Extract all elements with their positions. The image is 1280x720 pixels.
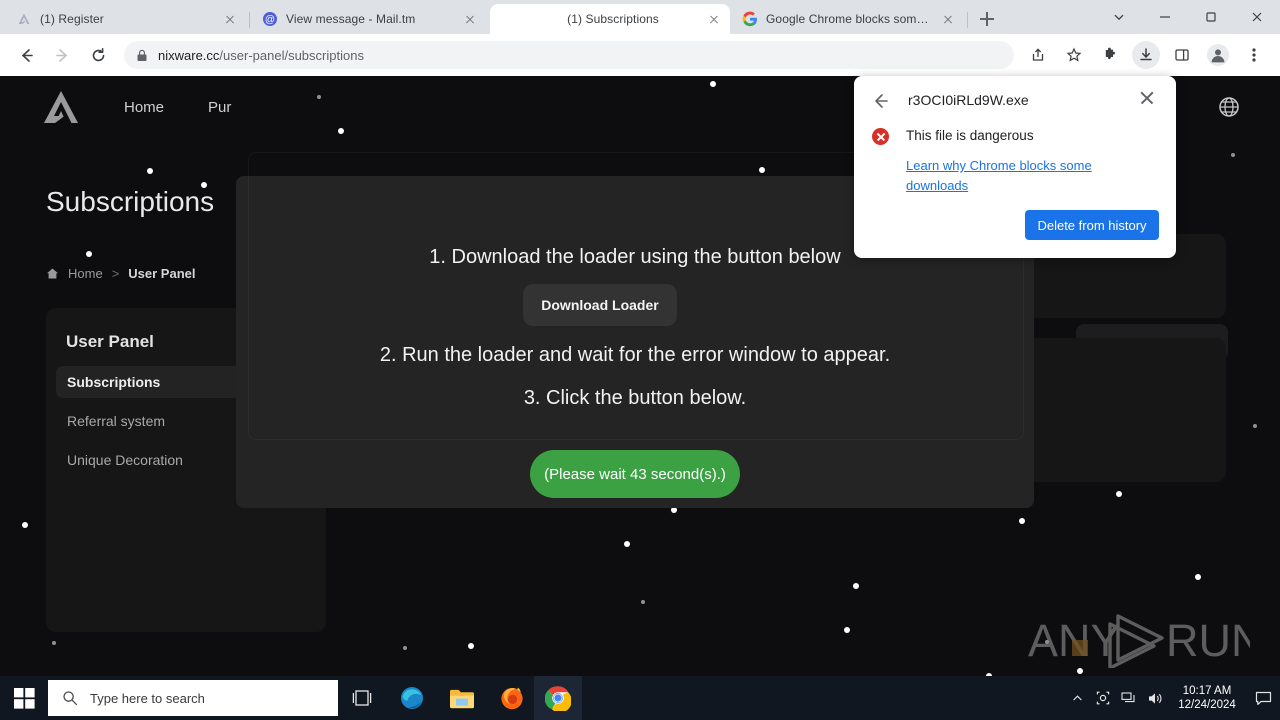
danger-error-icon xyxy=(872,128,889,145)
home-icon xyxy=(46,267,59,280)
browser-tab-chrome-blocks[interactable]: Google Chrome blocks some do xyxy=(734,4,964,34)
sidebar-item-label: Subscriptions xyxy=(67,374,161,390)
nixware-logo-icon xyxy=(16,11,32,27)
profile-icon[interactable] xyxy=(1204,41,1232,69)
please-wait-label: (Please wait 43 second(s).) xyxy=(544,465,726,483)
bookmark-star-icon[interactable] xyxy=(1060,41,1088,69)
modal-step-2: 2. Run the loader and wait for the error… xyxy=(379,344,891,366)
breadcrumb-home[interactable]: Home xyxy=(68,266,103,281)
taskbar-clock[interactable]: 10:17 AM 12/24/2024 xyxy=(1168,684,1246,712)
task-view-icon[interactable] xyxy=(338,676,386,720)
sidebar-item-label: Referral system xyxy=(67,413,166,429)
tab-separator xyxy=(249,12,250,28)
clock-date: 12/24/2024 xyxy=(1178,699,1236,711)
page-title: Subscriptions xyxy=(46,186,215,217)
mail-at-icon: @ xyxy=(262,11,278,27)
close-icon[interactable] xyxy=(1137,88,1157,108)
action-center-icon[interactable] xyxy=(1246,676,1280,720)
browser-tab-register[interactable]: (1) Register xyxy=(8,4,246,34)
search-icon xyxy=(62,690,78,706)
minimize-button[interactable] xyxy=(1142,0,1188,34)
chrome-browser-window: (1) Register @ View message - Mail.tm (1… xyxy=(0,0,1280,676)
sidebar-item-label: Unique Decoration xyxy=(67,452,183,468)
new-tab-button[interactable] xyxy=(976,8,998,30)
screen: (1) Register @ View message - Mail.tm (1… xyxy=(0,0,1280,720)
sidebar-title: User Panel xyxy=(66,332,154,351)
network-icon[interactable] xyxy=(1116,676,1142,720)
browser-toolbar: nixware.cc/user-panel/subscriptions xyxy=(0,34,1280,76)
browser-tab-mailtm[interactable]: @ View message - Mail.tm xyxy=(254,4,486,34)
google-icon xyxy=(742,11,758,27)
windows-taskbar: Type here to search 10:17 AM 12/24/2024 xyxy=(0,676,1280,720)
search-input[interactable]: Type here to search xyxy=(48,680,338,716)
tab-title: View message - Mail.tm xyxy=(286,12,416,26)
tab-separator xyxy=(967,12,968,28)
breadcrumb-current: User Panel xyxy=(128,266,196,281)
share-icon[interactable] xyxy=(1024,41,1052,69)
download-loader-button[interactable]: Download Loader xyxy=(523,284,677,326)
breadcrumb: Home > User Panel xyxy=(46,266,195,281)
chrome-icon[interactable] xyxy=(534,676,582,720)
side-panel-icon[interactable] xyxy=(1168,41,1196,69)
site-header-right xyxy=(1218,96,1240,118)
svg-text:@: @ xyxy=(265,15,275,26)
extensions-icon[interactable] xyxy=(1096,41,1124,69)
learn-why-chrome-blocks-link[interactable]: Learn why Chrome blocks some downloads xyxy=(906,156,1106,196)
start-button[interactable] xyxy=(0,676,48,720)
breadcrumb-separator: > xyxy=(111,266,120,281)
close-icon[interactable] xyxy=(706,11,722,27)
url-text: nixware.cc/user-panel/subscriptions xyxy=(158,48,364,63)
nixware-logo-icon[interactable] xyxy=(40,87,84,127)
tab-strip: (1) Register @ View message - Mail.tm (1… xyxy=(0,0,1280,34)
system-tray: 10:17 AM 12/24/2024 xyxy=(1064,676,1280,720)
browser-tab-subscriptions[interactable]: (1) Subscriptions xyxy=(490,4,730,34)
tab-title: (1) Subscriptions xyxy=(567,12,659,26)
tab-title: (1) Register xyxy=(40,12,104,26)
show-hidden-icons-chevron-up-icon[interactable] xyxy=(1064,676,1090,720)
chrome-menu-icon[interactable] xyxy=(1240,41,1268,69)
edge-icon[interactable] xyxy=(388,676,436,720)
address-bar[interactable]: nixware.cc/user-panel/subscriptions xyxy=(124,41,1014,69)
tab-search-chevron-down-icon[interactable] xyxy=(1096,0,1142,34)
download-status-text: This file is dangerous xyxy=(906,128,1034,143)
delete-from-history-label: Delete from history xyxy=(1037,217,1147,233)
volume-icon[interactable] xyxy=(1142,676,1168,720)
download-filename: r3OCI0iRLd9W.exe xyxy=(908,92,1029,108)
window-controls xyxy=(1096,0,1280,34)
firefox-icon[interactable] xyxy=(488,676,536,720)
downloads-icon[interactable] xyxy=(1132,41,1160,69)
close-icon[interactable] xyxy=(462,11,478,27)
clock-time: 10:17 AM xyxy=(1182,685,1232,697)
file-explorer-icon[interactable] xyxy=(438,676,486,720)
close-icon[interactable] xyxy=(940,11,956,27)
back-button[interactable] xyxy=(12,41,40,69)
close-window-button[interactable] xyxy=(1234,0,1280,34)
reload-button[interactable] xyxy=(84,41,112,69)
search-placeholder: Type here to search xyxy=(90,690,205,706)
download-loader-label: Download Loader xyxy=(541,297,659,313)
globe-icon[interactable] xyxy=(1218,96,1240,118)
forward-button[interactable] xyxy=(48,41,76,69)
nav-item-purchase[interactable]: Pur xyxy=(208,99,231,116)
maximize-button[interactable] xyxy=(1188,0,1234,34)
close-icon[interactable] xyxy=(222,11,238,27)
anyrun-agent-icon[interactable] xyxy=(1090,676,1116,720)
back-arrow-icon[interactable] xyxy=(870,90,892,112)
site-nav: Home Pur xyxy=(124,99,231,116)
modal-step-3: 3. Click the button below. xyxy=(523,387,747,409)
delete-from-history-button[interactable]: Delete from history xyxy=(1025,210,1159,240)
nav-item-home[interactable]: Home xyxy=(124,99,164,116)
url-path: /user-panel/subscriptions xyxy=(219,47,364,63)
tab-title: Google Chrome blocks some do xyxy=(766,12,934,26)
lock-icon xyxy=(136,49,148,62)
url-host: nixware.cc xyxy=(158,47,220,63)
please-wait-button[interactable]: (Please wait 43 second(s).) xyxy=(530,450,740,498)
